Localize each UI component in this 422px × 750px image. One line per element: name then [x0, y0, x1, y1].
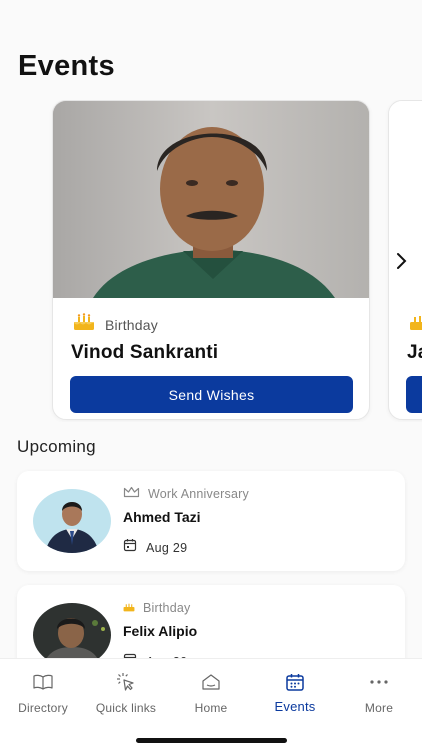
event-type-row: Birthday	[73, 313, 158, 336]
calendar-icon	[123, 538, 137, 557]
event-date: Aug 29	[146, 540, 188, 555]
avatar	[33, 489, 111, 553]
upcoming-event-card[interactable]: Work Anniversary Ahmed Tazi Aug 29	[17, 471, 405, 571]
more-dots-icon	[337, 671, 421, 693]
page-title: Events	[18, 50, 115, 82]
crown-icon	[123, 485, 140, 503]
event-type-row	[409, 313, 422, 336]
person-name: Ja	[407, 342, 422, 363]
nav-item-events[interactable]: Events	[253, 671, 337, 714]
send-wishes-button[interactable]	[406, 376, 422, 413]
nav-item-home[interactable]: Home	[169, 671, 253, 715]
upcoming-section-title: Upcoming	[17, 437, 96, 456]
person-name: Vinod Sankranti	[71, 342, 219, 363]
cake-icon	[123, 599, 135, 617]
bottom-navigation: Directory Quick links Home Events More	[0, 658, 422, 750]
home-indicator	[136, 738, 287, 743]
cake-icon	[409, 313, 422, 336]
nav-label: Home	[194, 701, 228, 715]
nav-label: More	[364, 701, 394, 715]
nav-item-more[interactable]: More	[337, 671, 421, 715]
event-type-row: Work Anniversary	[123, 485, 249, 503]
home-icon	[169, 671, 253, 693]
nav-label: Events	[274, 699, 316, 714]
event-date-row: Aug 29	[123, 538, 187, 557]
person-photo	[53, 101, 369, 298]
event-type-label: Birthday	[105, 316, 158, 333]
nav-item-directory[interactable]: Directory	[1, 671, 85, 715]
chevron-right-icon[interactable]	[395, 251, 409, 271]
event-type-row: Birthday	[123, 599, 190, 617]
person-name: Ahmed Tazi	[123, 509, 201, 525]
cake-icon	[73, 313, 95, 336]
calendar-icon	[253, 671, 337, 693]
event-type-label: Work Anniversary	[148, 487, 249, 501]
event-type-label: Birthday	[143, 601, 191, 615]
person-name: Felix Alipio	[123, 623, 198, 639]
cursor-click-icon	[84, 671, 168, 693]
featured-event-card[interactable]: Birthday Vinod Sankranti Send Wishes	[52, 100, 370, 420]
nav-label: Directory	[18, 701, 68, 715]
nav-label: Quick links	[95, 701, 157, 715]
nav-item-quick-links[interactable]: Quick links	[84, 671, 168, 715]
send-wishes-button[interactable]: Send Wishes	[70, 376, 353, 413]
book-icon	[1, 671, 85, 693]
featured-events-carousel[interactable]: Birthday Vinod Sankranti Send Wishes Ja	[0, 100, 422, 422]
